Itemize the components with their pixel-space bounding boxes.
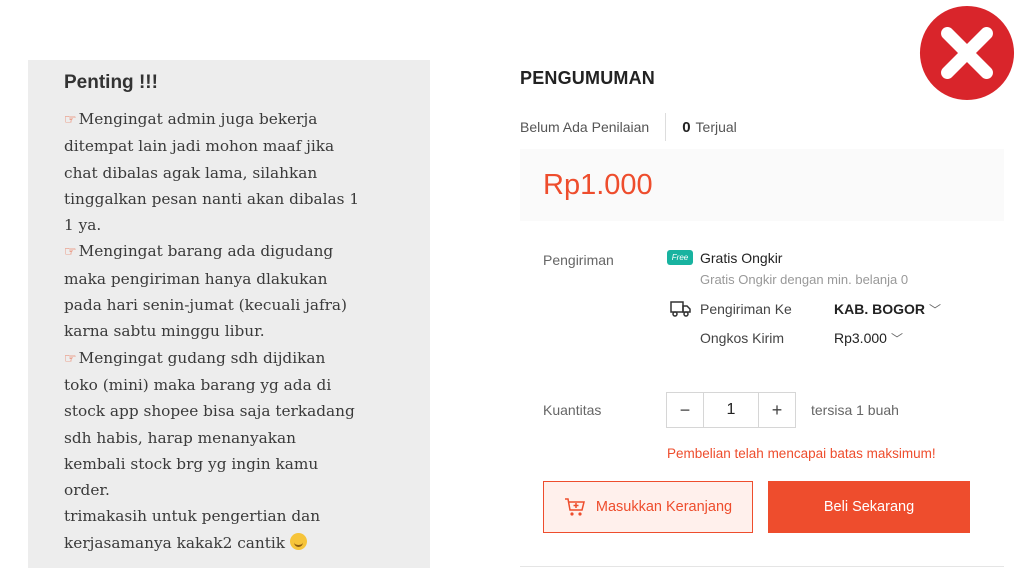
note-line: chat dibalas agak lama, silahkan — [64, 163, 318, 182]
note-panel: Penting !!! ☞ Mengingat admin juga bekerj… — [28, 60, 430, 568]
hand-pointer-icon: ☞ — [64, 112, 77, 128]
divider — [520, 566, 1004, 567]
free-shipping-title: Gratis Ongkir — [700, 250, 783, 266]
note-line: 1 ya. — [64, 216, 102, 235]
price-box: Rp1.000 — [520, 149, 1004, 221]
divider — [665, 113, 667, 141]
note-title: Penting !!! — [64, 72, 158, 93]
ship-to-label: Pengiriman Ke — [700, 301, 792, 317]
chevron-down-icon: ﹀ — [890, 332, 903, 346]
rating-text[interactable]: Belum Ada Penilaian — [520, 119, 649, 135]
quantity-label: Kuantitas — [543, 402, 602, 418]
buy-now-button[interactable]: Beli Sekarang — [768, 481, 970, 533]
shipping-cost-select[interactable]: Rp3.000 ﹀ — [834, 330, 903, 347]
add-to-cart-label: Masukkan Keranjang — [595, 499, 733, 515]
hand-pointer-icon: ☞ — [64, 350, 77, 367]
hand-pointer-icon: ☞ — [64, 244, 77, 261]
note-line: ditempat lain jadi mohon maaf jika — [64, 137, 335, 156]
note-line: trimakasih untuk pengertian dan — [64, 507, 321, 526]
product-price: Rp1.000 — [543, 169, 653, 201]
note-line: ☞ Mengingat admin juga bekerja — [64, 110, 318, 128]
note-line: order. — [64, 481, 110, 500]
add-to-cart-button[interactable]: Masukkan Keranjang — [543, 481, 753, 533]
max-purchase-warning: Pembelian telah mencapai batas maksimum! — [667, 446, 936, 461]
increment-button[interactable]: + — [759, 393, 795, 427]
sold-count: 0 — [682, 118, 691, 136]
note-line: toko (mini) maka barang yg ada di — [64, 375, 332, 394]
decrement-button[interactable]: − — [667, 393, 703, 427]
note-body: ☞ Mengingat admin juga bekerja ditempat l… — [64, 106, 414, 556]
note-line: stock app shopee bisa saja terkadang — [64, 402, 355, 421]
shipping-cost-label: Ongkos Kirim — [700, 330, 785, 346]
note-line: ☞ Mengingat barang ada digudang — [64, 242, 334, 261]
note-line: kembali stock brg yg ingin kamu — [64, 454, 319, 473]
shipping-label: Pengiriman — [543, 252, 614, 268]
note-line: sdh habis, harap menanyakan — [64, 428, 297, 447]
product-meta: Belum Ada Penilaian 0 Terjual — [520, 113, 737, 141]
note-line: pada hari senin-jumat (kecuali jafra) — [64, 296, 348, 315]
free-shipping-icon: Free — [667, 250, 693, 265]
free-shipping-subtitle: Gratis Ongkir dengan min. belanja 0 — [700, 272, 909, 287]
quantity-stepper: − 1 + — [666, 392, 796, 428]
ship-to-select[interactable]: KAB. BOGOR ﹀ — [834, 301, 941, 318]
chevron-down-icon: ﹀ — [929, 303, 942, 317]
smile-emoji-icon — [289, 532, 307, 550]
note-line: karna sabtu minggu libur. — [64, 322, 265, 341]
sold-label: Terjual — [695, 119, 737, 135]
close-x-icon[interactable] — [918, 4, 1016, 102]
note-line: kerjasamanya kakak2 cantik — [64, 530, 414, 556]
note-line: maka pengiriman hanya dlakukan — [64, 269, 328, 288]
cart-add-icon — [564, 498, 585, 516]
quantity-input[interactable]: 1 — [703, 393, 759, 427]
stock-remaining: tersisa 1 buah — [811, 402, 899, 418]
note-line: ☞ Mengingat gudang sdh dijdikan — [64, 348, 326, 367]
truck-icon — [670, 301, 691, 317]
note-line: tinggalkan pesan nanti akan dibalas 1 — [64, 189, 360, 208]
product-title: PENGUMUMAN — [520, 68, 655, 88]
